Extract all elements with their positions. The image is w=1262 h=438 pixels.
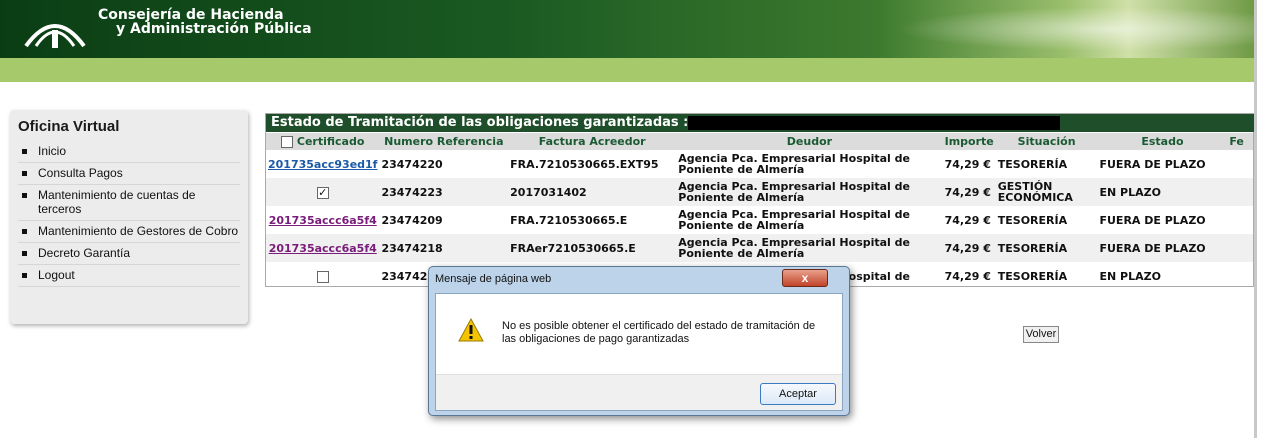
sidebar-item-inicio[interactable]: Inicio <box>18 141 240 163</box>
table-row: ✓ 23474223 2017031402 Agencia Pca. Empre… <box>266 178 1253 206</box>
table-row: 201735acc93ed1f 23474220 FRA.7210530665.… <box>266 150 1253 178</box>
situacion-cell: TESORERÍA <box>995 234 1098 262</box>
certificate-link[interactable]: 201735acc93ed1f <box>268 158 377 171</box>
cert-cell: 201735accc6a5f4 <box>266 206 379 234</box>
importe-cell: 74,29 € <box>944 213 991 227</box>
certificate-link[interactable]: 201735accc6a5f4 <box>269 242 377 255</box>
factura-cell: FRAer7210530665.E <box>508 234 677 262</box>
row-checkbox[interactable] <box>316 270 329 283</box>
header-decoration <box>880 5 1260 53</box>
redacted-block <box>688 116 1060 130</box>
deudor-cell: Agencia Pca. Empresarial Hospital de Pon… <box>678 208 910 232</box>
col-factura: Factura Acreedor <box>508 133 677 150</box>
sidebar-item-decreto-garantia[interactable]: Decreto Garantía <box>18 243 240 265</box>
col-certificado-label: Certificado <box>296 135 365 148</box>
col-importe: Importe <box>942 133 996 150</box>
brand-line-2: y Administración Pública <box>116 21 312 37</box>
table-row: 201735accc6a5f4 23474209 FRA.7210530665.… <box>266 206 1253 234</box>
referencia-cell: 23474218 <box>379 234 509 262</box>
importe-cell: 74,29 € <box>944 157 991 171</box>
dialog-title: Mensaje de página web <box>435 273 552 285</box>
factura-cell: FRA.7210530665.E <box>510 213 628 227</box>
deudor-cell: Agencia Pca. Empresarial Hospital de Pon… <box>678 152 910 176</box>
col-deudor: Deudor <box>676 133 943 150</box>
cert-cell: 201735accc6a5f4 <box>266 234 380 262</box>
referencia-cell: 23474220 <box>381 157 443 171</box>
col-referencia: Numero Referencia <box>379 133 509 150</box>
window-edge <box>1254 0 1257 438</box>
sidebar-item-mantenimiento-gestores[interactable]: Mantenimiento de Gestores de Cobro <box>18 221 240 243</box>
cert-cell <box>266 262 379 290</box>
importe-cell: 74,29 € <box>942 178 996 206</box>
importe-cell: 74,29 € <box>942 234 996 262</box>
dialog-footer: Aceptar <box>436 374 842 410</box>
volver-button[interactable]: Volver <box>1023 326 1059 343</box>
deudor-cell: Agencia Pca. Empresarial Hospital de Pon… <box>676 178 943 206</box>
factura-cell: 2017031402 <box>508 178 677 206</box>
deudor-cell: Agencia Pca. Empresarial Hospital de Pon… <box>676 234 943 262</box>
situacion-cell: TESORERÍA <box>997 213 1068 227</box>
sidebar-item-logout[interactable]: Logout <box>18 265 240 287</box>
referencia-cell: 23474223 <box>379 178 509 206</box>
close-button[interactable]: x <box>782 269 828 287</box>
estado-cell: FUERA DE PLAZO <box>1097 234 1228 262</box>
brand-name: Consejería de Hacienda y Administración … <box>98 8 312 36</box>
situacion-cell: GESTIÓN ECONÓMICA <box>995 178 1098 206</box>
accept-button[interactable]: Aceptar <box>760 383 836 405</box>
fecha-cell <box>1227 262 1253 290</box>
header-banner: Consejería de Hacienda y Administración … <box>0 0 1260 58</box>
warning-icon <box>458 318 484 342</box>
estado-cell: EN PLAZO <box>1097 178 1228 206</box>
header-subbar <box>0 58 1254 82</box>
col-fecha: Fe <box>1227 133 1253 150</box>
sidebar-item-consulta-pagos[interactable]: Consulta Pagos <box>18 163 240 185</box>
sidebar-item-mantenimiento-cuentas[interactable]: Mantenimiento de cuentas de terceros <box>18 185 240 221</box>
fecha-cell <box>1227 206 1253 234</box>
fecha-cell <box>1227 178 1253 206</box>
estado-cell: FUERA DE PLAZO <box>1099 213 1206 227</box>
sidebar-title: Oficina Virtual <box>18 118 120 135</box>
sidebar: Oficina Virtual Inicio Consulta Pagos Ma… <box>10 110 248 324</box>
factura-cell: FRA.7210530665.EXT95 <box>510 157 659 171</box>
row-checkbox[interactable]: ✓ <box>316 186 329 199</box>
certificate-link[interactable]: 201735accc6a5f4 <box>269 214 377 227</box>
col-estado: Estado <box>1097 133 1228 150</box>
estado-cell: FUERA DE PLAZO <box>1099 157 1206 171</box>
select-all-checkbox[interactable] <box>281 136 294 148</box>
cert-cell: 201735acc93ed1f <box>266 150 379 178</box>
col-certificado: Certificado <box>266 133 380 150</box>
estado-cell: EN PLAZO <box>1099 269 1161 283</box>
importe-cell: 74,29 € <box>944 269 991 283</box>
obligations-panel: Estado de Tramitación de las obligacione… <box>265 113 1254 287</box>
dialog-body: No es posible obtener el certificado del… <box>435 293 843 411</box>
dialog-message: No es posible obtener el certificado del… <box>502 320 816 345</box>
table-row: 201735accc6a5f4 23474218 FRAer7210530665… <box>266 234 1253 262</box>
referencia-cell: 23474209 <box>381 213 443 227</box>
fecha-cell <box>1227 150 1253 178</box>
col-situacion: Situación <box>995 133 1098 150</box>
alert-dialog: Mensaje de página web x No es posible ob… <box>428 266 850 416</box>
situacion-cell: TESORERÍA <box>997 269 1068 283</box>
junta-logo-icon <box>24 24 86 48</box>
fecha-cell <box>1227 234 1253 262</box>
situacion-cell: TESORERÍA <box>997 157 1068 171</box>
cert-cell: ✓ <box>266 178 380 206</box>
